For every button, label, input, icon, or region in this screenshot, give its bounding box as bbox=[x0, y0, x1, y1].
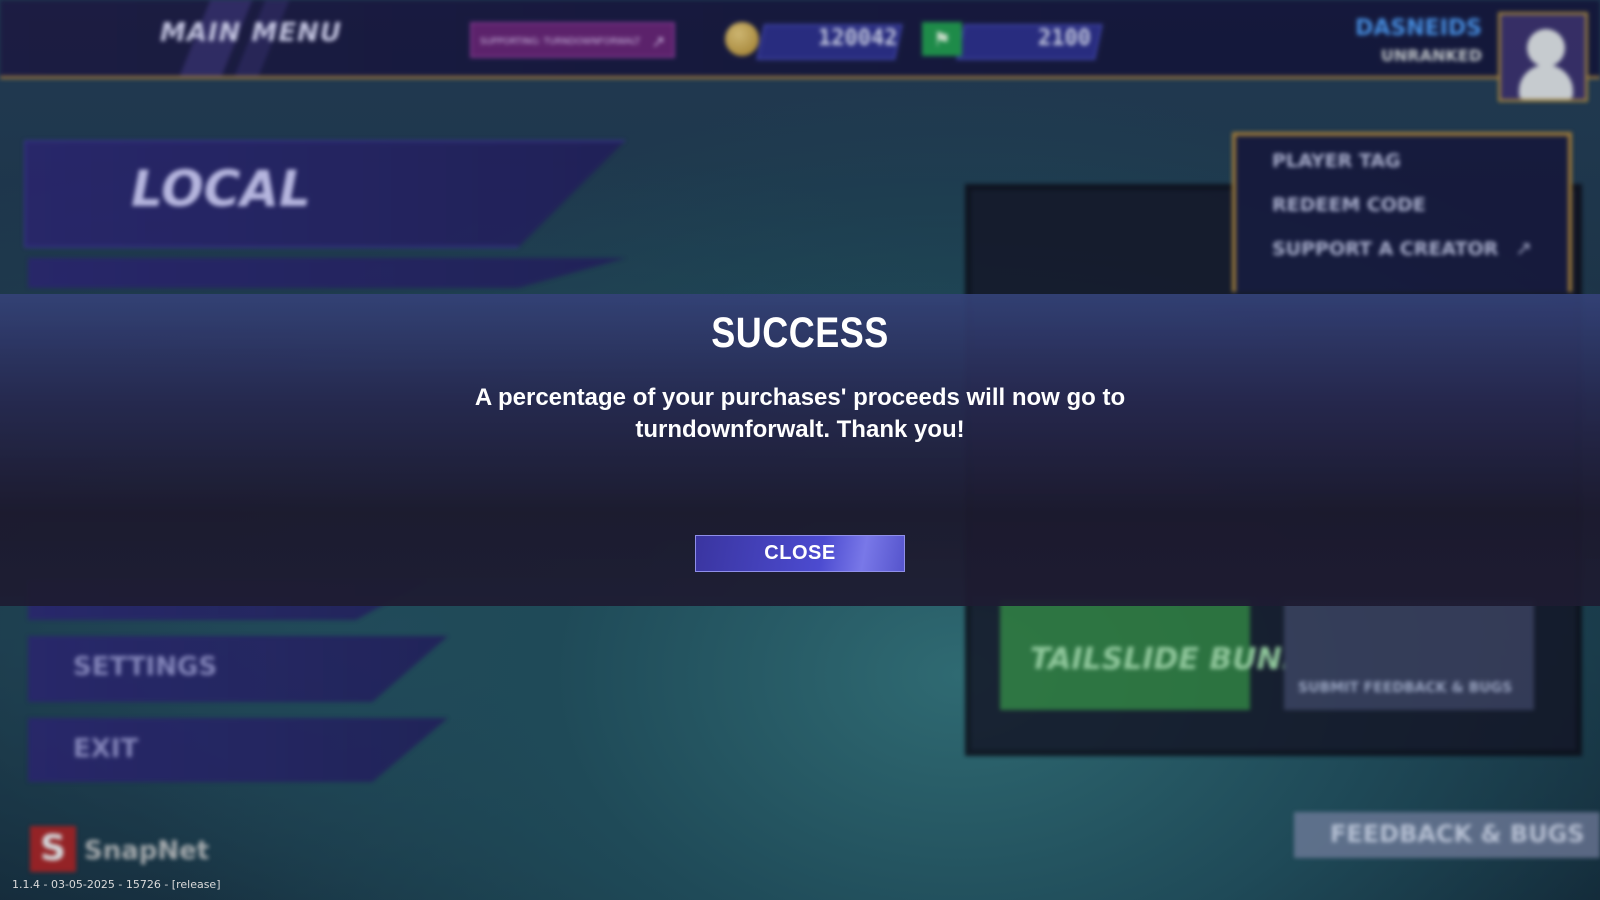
gem-icon: ⚑ bbox=[922, 22, 962, 56]
avatar-body-icon bbox=[1519, 65, 1573, 99]
dropdown-redeem-code[interactable]: REDEEM CODE bbox=[1272, 194, 1426, 216]
gem-balance: 2100 bbox=[1038, 26, 1091, 51]
external-link-icon: ↗ bbox=[1515, 236, 1532, 260]
profile-dropdown: PLAYER TAG REDEEM CODE SUPPORT A CREATOR… bbox=[1232, 132, 1572, 292]
menu-settings-button[interactable]: SETTINGS bbox=[28, 636, 448, 702]
version-label: 1.1.4 - 03-05-2025 - 15726 - [release] bbox=[12, 878, 221, 891]
feedback-label: FEEDBACK & BUGS bbox=[1330, 820, 1585, 848]
coin-balance: 120042 bbox=[818, 26, 898, 51]
menu-local-button[interactable]: LOCAL bbox=[24, 140, 626, 248]
username: DASNEIDS bbox=[1355, 16, 1482, 41]
main-menu-title: MAIN MENU bbox=[160, 18, 342, 48]
dropdown-support-creator[interactable]: SUPPORT A CREATOR bbox=[1272, 238, 1498, 260]
avatar-head-icon bbox=[1527, 29, 1565, 67]
snapnet-name: SnapNet bbox=[84, 836, 210, 866]
menu-local-label: LOCAL bbox=[131, 160, 311, 218]
menu-settings-label: SETTINGS bbox=[73, 652, 218, 682]
close-button[interactable]: CLOSE bbox=[696, 536, 904, 571]
rank-label: UNRANKED bbox=[1380, 46, 1482, 65]
dropdown-player-tag[interactable]: PLAYER TAG bbox=[1272, 150, 1401, 172]
discord-label: SUBMIT FEEDBACK & BUGS bbox=[1298, 680, 1513, 696]
coin-icon bbox=[725, 22, 759, 56]
modal-message: A percentage of your purchases' proceeds… bbox=[474, 384, 1126, 443]
modal-title: SUCCESS bbox=[711, 308, 889, 357]
supporting-creator-button[interactable]: SUPPORTING: TURNDOWNFORWALT ↗ bbox=[470, 22, 675, 58]
top-bar: MAIN MENU SUPPORTING: TURNDOWNFORWALT ↗ … bbox=[0, 0, 1600, 79]
menu-item[interactable] bbox=[28, 258, 626, 288]
profile-avatar[interactable] bbox=[1498, 12, 1588, 102]
menu-exit-button[interactable]: EXIT bbox=[28, 718, 448, 782]
supporting-creator-label: SUPPORTING: TURNDOWNFORWALT bbox=[480, 37, 641, 47]
menu-exit-label: EXIT bbox=[73, 734, 139, 764]
external-link-icon: ↗ bbox=[651, 32, 665, 51]
snapnet-s-icon: S bbox=[30, 826, 76, 872]
